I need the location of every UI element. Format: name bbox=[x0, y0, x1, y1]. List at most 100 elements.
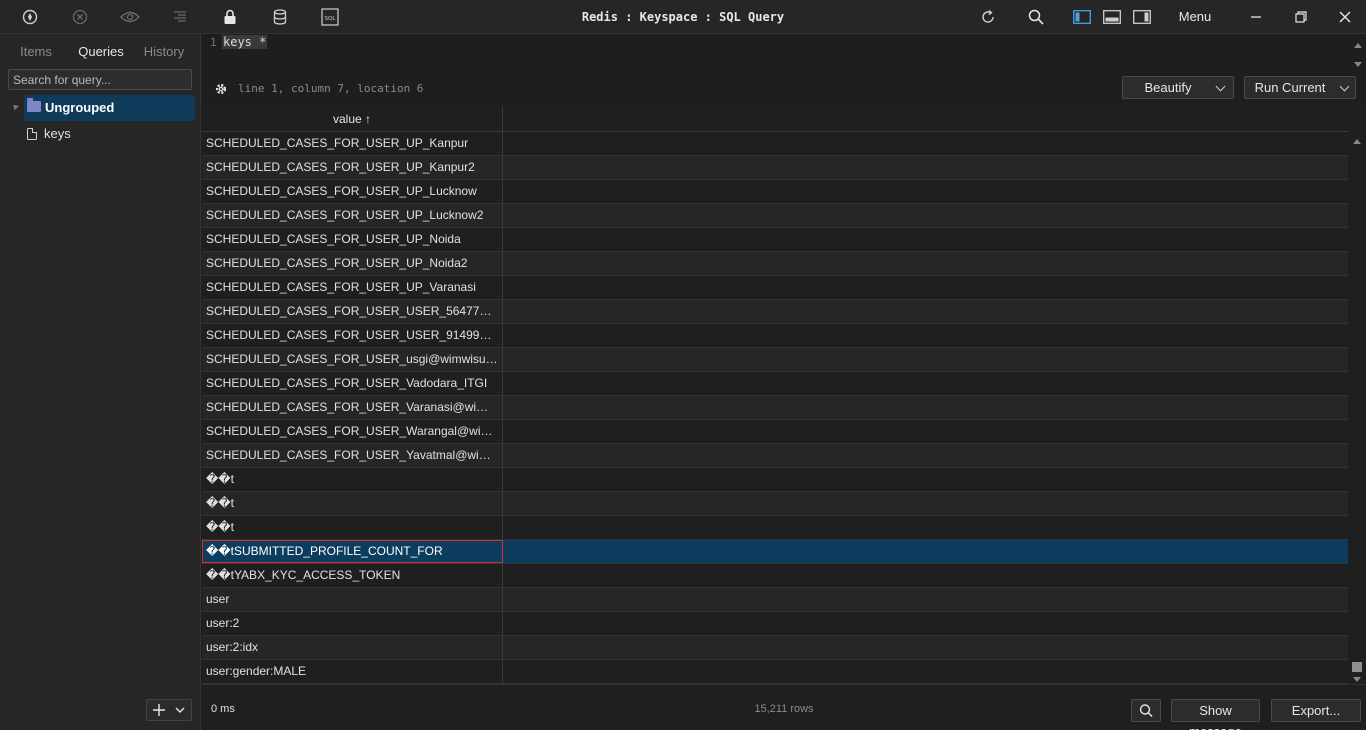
table-cell-value[interactable]: ��t bbox=[202, 468, 503, 491]
table-cell-value[interactable]: ��t bbox=[202, 516, 503, 539]
table-cell-value[interactable]: user:2:idx bbox=[202, 636, 503, 659]
table-cell-value[interactable]: ��tSUBMITTED_PROFILE_COUNT_FOR bbox=[202, 540, 503, 563]
table-row[interactable]: ��tSUBMITTED_PROFILE_COUNT_FOR bbox=[202, 540, 1348, 564]
eye-icon[interactable] bbox=[119, 6, 141, 28]
table-row[interactable]: SCHEDULED_CASES_FOR_USER_UP_Noida bbox=[202, 228, 1348, 252]
table-row[interactable]: SCHEDULED_CASES_FOR_USER_UP_Kanpur2 bbox=[202, 156, 1348, 180]
table-cell-value[interactable]: SCHEDULED_CASES_FOR_USER_UP_Lucknow2 bbox=[202, 204, 503, 227]
sql-icon[interactable]: SQL bbox=[319, 6, 341, 28]
table-cell-value[interactable]: SCHEDULED_CASES_FOR_USER_Vadodara_ITGI bbox=[202, 372, 503, 395]
vertical-scrollbar[interactable] bbox=[1348, 107, 1366, 684]
table-row[interactable]: SCHEDULED_CASES_FOR_USER_UP_Lucknow bbox=[202, 180, 1348, 204]
menu-button[interactable]: Menu bbox=[1170, 0, 1220, 34]
line-number: 1 bbox=[210, 36, 217, 49]
tree-group-ungrouped[interactable]: Ungrouped bbox=[24, 95, 195, 121]
table-cell-value[interactable]: SCHEDULED_CASES_FOR_USER_USER_5647715271… bbox=[202, 300, 503, 323]
table-cell-value[interactable]: SCHEDULED_CASES_FOR_USER_usgi@wimwisure.… bbox=[202, 348, 503, 371]
table-row[interactable]: SCHEDULED_CASES_FOR_USER_Vadodara_ITGI bbox=[202, 372, 1348, 396]
scroll-down-icon[interactable] bbox=[1353, 677, 1361, 682]
run-current-label: Run Current bbox=[1245, 77, 1335, 98]
table-cell-value[interactable]: SCHEDULED_CASES_FOR_USER_UP_Noida2 bbox=[202, 252, 503, 275]
code-line[interactable]: keys * bbox=[222, 35, 267, 49]
table-row[interactable]: SCHEDULED_CASES_FOR_USER_USER_9149915534… bbox=[202, 324, 1348, 348]
table-cell-value[interactable]: SCHEDULED_CASES_FOR_USER_Warangal@wimwis… bbox=[202, 420, 503, 443]
lock-icon[interactable] bbox=[219, 6, 241, 28]
table-cell-value[interactable]: SCHEDULED_CASES_FOR_USER_UP_Lucknow bbox=[202, 180, 503, 203]
text-align-icon[interactable] bbox=[169, 6, 191, 28]
table-row[interactable]: ��t bbox=[202, 468, 1348, 492]
table-cell-value[interactable]: SCHEDULED_CASES_FOR_USER_UP_Noida bbox=[202, 228, 503, 251]
show-message-label: Show message bbox=[1172, 700, 1259, 730]
tab-history[interactable]: History bbox=[140, 42, 188, 62]
table-row[interactable]: SCHEDULED_CASES_FOR_USER_Varanasi@wimwis… bbox=[202, 396, 1348, 420]
tree-item-label: keys bbox=[44, 123, 71, 145]
search-results-button[interactable] bbox=[1131, 699, 1161, 722]
column-header-value[interactable]: value ↑ bbox=[202, 107, 503, 132]
table-cell-value[interactable]: SCHEDULED_CASES_FOR_USER_UP_Varanasi bbox=[202, 276, 503, 299]
layout-bottom-panel-icon[interactable] bbox=[1101, 6, 1123, 28]
document-icon bbox=[27, 128, 37, 140]
table-row[interactable]: SCHEDULED_CASES_FOR_USER_USER_5647715271… bbox=[202, 300, 1348, 324]
sql-editor[interactable]: 1 keys * line 1, column 7, location 6 Be… bbox=[202, 34, 1366, 106]
table-row[interactable]: user:gender:MALE bbox=[202, 660, 1348, 684]
chevron-down-icon bbox=[176, 708, 184, 712]
layout-left-panel-icon[interactable] bbox=[1071, 6, 1093, 28]
editor-scroll-down-icon[interactable] bbox=[1354, 62, 1362, 67]
tab-queries[interactable]: Queries bbox=[75, 42, 127, 62]
table-cell-value[interactable]: user bbox=[202, 588, 503, 611]
close-icon[interactable] bbox=[1334, 6, 1356, 28]
table-cell-value[interactable]: ��t bbox=[202, 492, 503, 515]
layout-right-panel-icon[interactable] bbox=[1131, 6, 1153, 28]
refresh-icon[interactable] bbox=[977, 6, 999, 28]
results-grid: value ↑ SCHEDULED_CASES_FOR_USER_UP_Kanp… bbox=[202, 107, 1348, 684]
collapse-caret-icon[interactable] bbox=[11, 103, 19, 111]
grid-header: value ↑ bbox=[202, 107, 1348, 132]
table-row[interactable]: user:2:idx bbox=[202, 636, 1348, 660]
scroll-thumb[interactable] bbox=[1352, 662, 1362, 672]
minimize-icon[interactable] bbox=[1245, 6, 1267, 28]
run-current-button[interactable]: Run Current bbox=[1244, 76, 1356, 99]
chevron-down-icon bbox=[1216, 82, 1226, 92]
add-query-button[interactable] bbox=[146, 699, 192, 721]
table-row[interactable]: SCHEDULED_CASES_FOR_USER_UP_Varanasi bbox=[202, 276, 1348, 300]
table-row[interactable]: SCHEDULED_CASES_FOR_USER_UP_Kanpur bbox=[202, 132, 1348, 156]
gear-icon[interactable] bbox=[214, 82, 228, 96]
table-row[interactable]: ��t bbox=[202, 492, 1348, 516]
table-row[interactable]: SCHEDULED_CASES_FOR_USER_UP_Lucknow2 bbox=[202, 204, 1348, 228]
restore-icon[interactable] bbox=[1290, 6, 1312, 28]
table-row[interactable]: ��t bbox=[202, 516, 1348, 540]
window-title: Redis : Keyspace : SQL Query bbox=[0, 0, 1366, 34]
table-row[interactable]: SCHEDULED_CASES_FOR_USER_Yavatmal@wimwis… bbox=[202, 444, 1348, 468]
table-cell-value[interactable]: SCHEDULED_CASES_FOR_USER_Yavatmal@wimwis… bbox=[202, 444, 503, 467]
connection-icon[interactable] bbox=[19, 6, 41, 28]
table-cell-value[interactable]: SCHEDULED_CASES_FOR_USER_UP_Kanpur2 bbox=[202, 156, 503, 179]
table-row[interactable]: SCHEDULED_CASES_FOR_USER_UP_Noida2 bbox=[202, 252, 1348, 276]
search-query-input[interactable] bbox=[8, 69, 192, 90]
sidebar: Items Queries History Ungrouped keys bbox=[0, 34, 201, 730]
show-message-button[interactable]: Show message bbox=[1171, 699, 1260, 722]
table-row[interactable]: user bbox=[202, 588, 1348, 612]
table-row[interactable]: SCHEDULED_CASES_FOR_USER_Warangal@wimwis… bbox=[202, 420, 1348, 444]
table-cell-value[interactable]: SCHEDULED_CASES_FOR_USER_USER_9149915534… bbox=[202, 324, 503, 347]
tab-items[interactable]: Items bbox=[14, 42, 58, 62]
sidebar-tabs: Items Queries History bbox=[0, 42, 201, 62]
table-cell-value[interactable]: SCHEDULED_CASES_FOR_USER_UP_Kanpur bbox=[202, 132, 503, 155]
table-cell-value[interactable]: user:gender:MALE bbox=[202, 660, 503, 683]
table-cell-value[interactable]: SCHEDULED_CASES_FOR_USER_Varanasi@wimwis… bbox=[202, 396, 503, 419]
database-icon[interactable] bbox=[269, 6, 291, 28]
table-row[interactable]: ��tYABX_KYC_ACCESS_TOKEN bbox=[202, 564, 1348, 588]
table-cell-value[interactable]: user:2 bbox=[202, 612, 503, 635]
search-icon[interactable] bbox=[1025, 6, 1047, 28]
table-row[interactable]: SCHEDULED_CASES_FOR_USER_usgi@wimwisure.… bbox=[202, 348, 1348, 372]
editor-scroll-up-icon[interactable] bbox=[1354, 43, 1362, 48]
chevron-down-icon bbox=[1340, 82, 1350, 92]
status-footer: 0 ms 15,211 rows Show message Export... bbox=[202, 684, 1366, 730]
table-row[interactable]: user:2 bbox=[202, 612, 1348, 636]
beautify-button[interactable]: Beautify bbox=[1122, 76, 1234, 99]
tree-item-keys[interactable]: keys bbox=[24, 123, 195, 145]
cancel-icon[interactable] bbox=[69, 6, 91, 28]
table-cell-value[interactable]: ��tYABX_KYC_ACCESS_TOKEN bbox=[202, 564, 503, 587]
export-button[interactable]: Export... bbox=[1271, 699, 1361, 722]
search-icon bbox=[1131, 699, 1161, 722]
scroll-up-icon[interactable] bbox=[1353, 139, 1361, 144]
